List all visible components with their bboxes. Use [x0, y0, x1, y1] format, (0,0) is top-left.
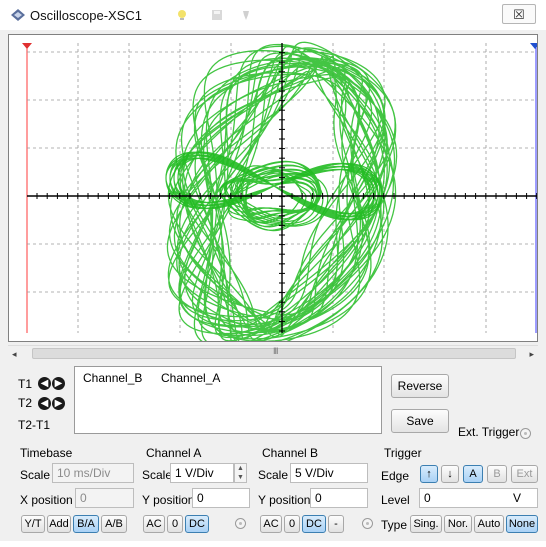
channel-b-ypos-field[interactable]: 0: [310, 488, 368, 508]
disk-icon[interactable]: [211, 9, 223, 21]
channel-b-title: Channel B: [262, 446, 319, 460]
channel-a-scale-field[interactable]: 1 V/Div: [170, 463, 234, 483]
channel-b-zero-button[interactable]: 0: [284, 515, 300, 533]
ext-trigger-label: Ext. Trigger: [458, 425, 520, 439]
channel-b-terminal[interactable]: [362, 518, 373, 529]
channel-a-ypos-field[interactable]: 0: [192, 488, 250, 508]
channel-b-ypos-label: Y position: [258, 493, 311, 507]
channel-a-ac-button[interactable]: AC: [143, 515, 165, 533]
oscilloscope-icon: [11, 9, 25, 21]
channel-a-scale-spinner[interactable]: ▲ ▼: [234, 463, 247, 483]
edge-label: Edge: [381, 469, 410, 483]
t1-label: T1: [18, 377, 33, 391]
level-unit: V: [512, 491, 521, 505]
type-label: Type: [381, 518, 408, 532]
oscilloscope-display: [8, 34, 538, 342]
window-title: Oscilloscope-XSC1: [30, 8, 142, 23]
edge-source-a-button[interactable]: A: [463, 465, 483, 483]
cursor-t1-marker: [22, 43, 32, 49]
x-position-field[interactable]: 0: [75, 488, 134, 508]
scroll-right-icon[interactable]: ▸: [529, 349, 534, 360]
cursor-controls: T1 ◀ ▶ T2 ◀ ▶ T2-T1: [15, 366, 65, 436]
level-field[interactable]: 0 V: [419, 488, 538, 508]
window-bottom-edge: [0, 541, 546, 547]
trigger-title: Trigger: [384, 446, 422, 460]
type-auto-button[interactable]: Auto: [474, 515, 504, 533]
title-bar: Oscilloscope-XSC1 ☒: [0, 0, 546, 30]
measurement-readout: Channel_B Channel_A: [74, 366, 382, 434]
channel-b-scale-field[interactable]: 5 V/Div: [290, 463, 368, 483]
t1-left-icon[interactable]: ◀: [38, 377, 51, 390]
channel-a-scale-label: Scale: [142, 468, 173, 482]
grip-icon: III: [273, 346, 278, 356]
close-button[interactable]: ☒: [502, 4, 536, 24]
level-label: Level: [381, 493, 410, 507]
mode-yt-button[interactable]: Y/T: [21, 515, 45, 533]
edge-source-b-button[interactable]: B: [487, 465, 507, 483]
edge-source-ext-button[interactable]: Ext: [511, 465, 538, 483]
level-value: 0: [424, 491, 431, 505]
t1-right-icon[interactable]: ▶: [52, 377, 65, 390]
type-single-button[interactable]: Sing.: [410, 515, 442, 533]
mode-ba-button[interactable]: B/A: [73, 515, 99, 533]
channel-a-terminal[interactable]: [235, 518, 246, 529]
ext-trigger-terminal[interactable]: [520, 428, 531, 439]
x-position-label: X position: [20, 493, 73, 507]
channel-a-dc-button[interactable]: DC: [185, 515, 209, 533]
channel-b-scale-label: Scale: [258, 468, 289, 482]
channel-a-zero-button[interactable]: 0: [167, 515, 183, 533]
channel-b-ac-button[interactable]: AC: [260, 515, 282, 533]
readout-header-channel-b: Channel_B: [83, 371, 143, 385]
readout-header-channel-a: Channel_A: [161, 371, 221, 385]
channel-a-title: Channel A: [146, 446, 202, 460]
t2-right-icon[interactable]: ▶: [52, 397, 65, 410]
scroll-left-icon[interactable]: ◂: [12, 349, 17, 360]
oscilloscope-window: Oscilloscope-XSC1 ☒ ◂ III ▸ T1 ◀ ▶ T2 ◀ …: [0, 0, 546, 547]
timebase-scale-field[interactable]: 10 ms/Div: [52, 463, 134, 483]
type-none-button[interactable]: None: [506, 515, 538, 533]
timebase-scale-label: Scale: [20, 468, 51, 482]
t2-t1-label: T2-T1: [18, 418, 51, 432]
bulb-icon[interactable]: [176, 9, 188, 21]
timebase-title: Timebase: [20, 446, 73, 460]
scope-screen: [22, 41, 537, 341]
t2-label: T2: [18, 396, 33, 410]
edge-rising-icon[interactable]: ↑: [420, 465, 438, 483]
reverse-button[interactable]: Reverse: [391, 374, 449, 398]
pin-icon[interactable]: [240, 9, 252, 21]
horizontal-scrollbar[interactable]: ◂ III ▸: [8, 345, 538, 362]
type-normal-button[interactable]: Nor.: [444, 515, 472, 533]
t2-left-icon[interactable]: ◀: [38, 397, 51, 410]
mode-add-button[interactable]: Add: [47, 515, 71, 533]
scroll-thumb[interactable]: III: [32, 346, 516, 359]
channel-b-dc-button[interactable]: DC: [302, 515, 326, 533]
edge-falling-icon[interactable]: ↓: [441, 465, 459, 483]
save-button[interactable]: Save: [391, 409, 449, 433]
channel-a-ypos-label: Y position: [142, 493, 195, 507]
channel-b-minus-button[interactable]: -: [328, 515, 344, 533]
mode-ab-button[interactable]: A/B: [101, 515, 127, 533]
